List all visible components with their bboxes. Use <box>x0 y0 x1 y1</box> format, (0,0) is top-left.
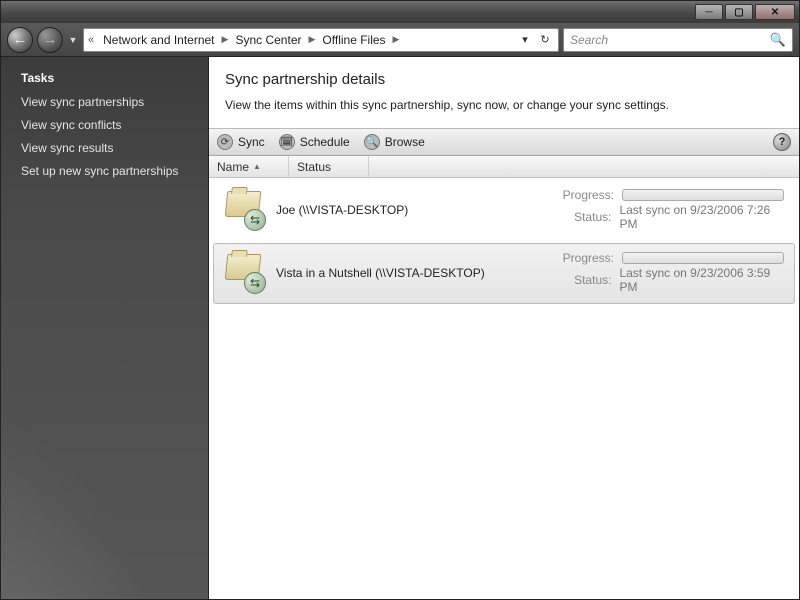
refresh-button[interactable]: ↻ <box>536 31 554 49</box>
browse-icon: 🔍 <box>364 134 380 150</box>
sync-button[interactable]: ⟳ Sync <box>217 134 265 150</box>
explorer-window: ─ ▢ ✕ ← → ▼ « Network and Internet ▶ Syn… <box>0 0 800 600</box>
refresh-icon: ↻ <box>540 33 549 46</box>
status-label: Status: <box>556 210 611 224</box>
column-headers: Name ▲ Status <box>209 156 799 178</box>
column-header-status[interactable]: Status <box>289 156 369 177</box>
page-subtitle: View the items within this sync partners… <box>225 98 783 112</box>
column-status-label: Status <box>297 160 331 174</box>
help-button[interactable]: ? <box>773 133 791 151</box>
status-value: Last sync on 9/23/2006 3:59 PM <box>619 266 784 294</box>
close-button[interactable]: ✕ <box>755 4 795 20</box>
schedule-label: Schedule <box>300 135 350 149</box>
address-bar[interactable]: « Network and Internet ▶ Sync Center ▶ O… <box>83 28 559 52</box>
status-label: Status: <box>556 273 611 287</box>
nav-bar: ← → ▼ « Network and Internet ▶ Sync Cent… <box>1 23 799 57</box>
progress-label: Progress: <box>556 188 614 202</box>
progress-bar <box>622 252 784 264</box>
column-header-name[interactable]: Name ▲ <box>209 156 289 177</box>
sidebar-item-view-conflicts[interactable]: View sync conflicts <box>21 118 192 132</box>
breadcrumb-item[interactable]: Offline Files <box>319 33 388 47</box>
arrow-left-icon: ← <box>13 31 28 48</box>
content-toolbar: ⟳ Sync 🗓 Schedule 🔍 Browse ? <box>209 128 799 156</box>
sort-asc-icon: ▲ <box>253 162 261 171</box>
item-details: Progress: Status: Last sync on 9/23/2006… <box>556 187 784 232</box>
browse-label: Browse <box>385 135 425 149</box>
tasks-sidebar: Tasks View sync partnerships View sync c… <box>1 57 209 599</box>
breadcrumb-item[interactable]: Sync Center <box>232 33 304 47</box>
breadcrumb-item[interactable]: Network and Internet <box>100 33 217 47</box>
sidebar-item-view-partnerships[interactable]: View sync partnerships <box>21 95 192 109</box>
window-body: Tasks View sync partnerships View sync c… <box>1 57 799 599</box>
progress-bar <box>622 189 784 201</box>
sync-label: Sync <box>238 135 265 149</box>
title-bar: ─ ▢ ✕ <box>1 1 799 23</box>
chevron-right-icon: ▶ <box>222 34 229 45</box>
chevron-right-icon: ▶ <box>393 34 400 45</box>
list-item[interactable]: ⇆ Joe (\\VISTA-DESKTOP) Progress: Status… <box>213 180 795 241</box>
content-pane: Sync partnership details View the items … <box>209 57 799 599</box>
progress-label: Progress: <box>556 251 614 265</box>
schedule-icon: 🗓 <box>279 134 295 150</box>
history-back-icon: « <box>88 34 94 46</box>
recent-pages-dropdown[interactable]: ▼ <box>67 30 79 50</box>
help-icon: ? <box>779 136 786 148</box>
back-button[interactable]: ← <box>7 27 33 53</box>
chevron-down-icon: ▾ <box>522 33 528 46</box>
search-icon: 🔍 <box>770 32 786 48</box>
sidebar-item-view-results[interactable]: View sync results <box>21 141 192 155</box>
item-name: Vista in a Nutshell (\\VISTA-DESKTOP) <box>276 266 546 280</box>
page-title: Sync partnership details <box>225 71 783 88</box>
forward-button[interactable]: → <box>37 27 63 53</box>
column-name-label: Name <box>217 160 249 174</box>
address-dropdown[interactable]: ▾ <box>516 31 534 49</box>
sync-items-list: ⇆ Joe (\\VISTA-DESKTOP) Progress: Status… <box>209 178 799 599</box>
item-details: Progress: Status: Last sync on 9/23/2006… <box>556 250 784 295</box>
sync-folder-icon: ⇆ <box>224 254 266 292</box>
item-name: Joe (\\VISTA-DESKTOP) <box>276 203 546 217</box>
sidebar-heading: Tasks <box>21 71 192 85</box>
sync-folder-icon: ⇆ <box>224 191 266 229</box>
sync-icon: ⟳ <box>217 134 233 150</box>
browse-button[interactable]: 🔍 Browse <box>364 134 425 150</box>
chevron-right-icon: ▶ <box>308 34 315 45</box>
search-input[interactable]: Search 🔍 <box>563 28 793 52</box>
schedule-button[interactable]: 🗓 Schedule <box>279 134 350 150</box>
chevron-down-icon: ▼ <box>69 35 78 45</box>
maximize-button[interactable]: ▢ <box>725 4 753 20</box>
list-item[interactable]: ⇆ Vista in a Nutshell (\\VISTA-DESKTOP) … <box>213 243 795 304</box>
arrow-right-icon: → <box>43 31 58 48</box>
status-value: Last sync on 9/23/2006 7:26 PM <box>619 203 784 231</box>
minimize-button[interactable]: ─ <box>695 4 723 20</box>
search-placeholder: Search <box>570 33 608 47</box>
sidebar-item-setup-new[interactable]: Set up new sync partnerships <box>21 164 192 178</box>
